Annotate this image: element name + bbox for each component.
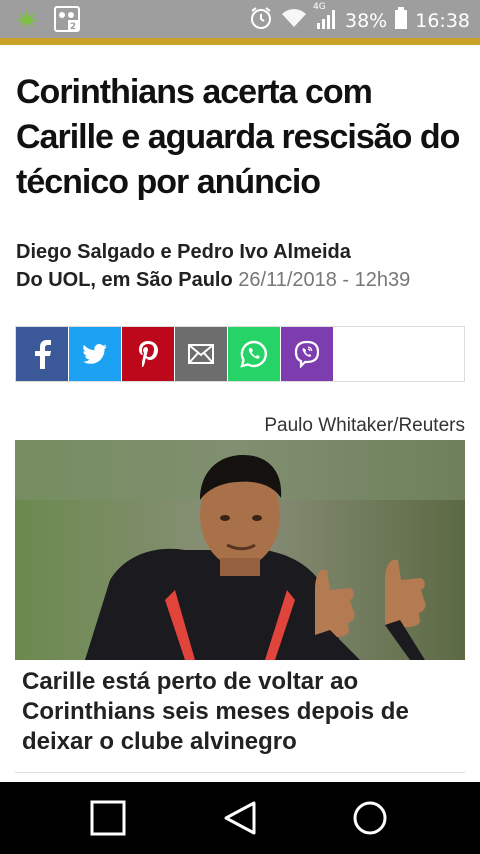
photo-credit: Paulo Whitaker/Reuters [264,415,465,436]
back-icon [224,801,256,835]
alarm-icon [249,6,273,35]
status-bar: 2 4G 38% 16:38 [0,0,480,38]
byline: Diego Salgado e Pedro Ivo Almeida Do UOL… [16,238,466,294]
recents-icon [90,800,126,836]
home-button[interactable] [352,800,392,840]
photo-caption: Carille está perto de voltar ao Corinthi… [22,668,409,755]
clock: 16:38 [415,9,470,32]
coach-photo-image [15,440,465,660]
navigation-bar [0,782,480,854]
wifi-icon [281,7,307,34]
share-twitter-button[interactable] [69,327,121,381]
recents-button[interactable] [90,800,130,840]
svg-text:2: 2 [70,22,76,32]
share-pinterest-button[interactable] [122,327,174,381]
network-label: 4G [313,2,326,12]
viber-icon [294,340,320,368]
share-facebook-button[interactable] [16,327,68,381]
back-button[interactable] [222,800,262,840]
share-bar [15,326,465,382]
email-icon [188,344,214,364]
accent-line [0,38,480,45]
divider [15,772,465,773]
home-icon [353,801,387,835]
article-photo[interactable] [15,440,465,660]
share-whatsapp-button[interactable] [228,327,280,381]
battery-percent: 38% [345,9,388,32]
publisher-location: Do UOL, em São Paulo [16,269,233,291]
notification-icon: 2 [54,6,80,37]
share-email-button[interactable] [175,327,227,381]
publish-date: 26/11/2018 - 12h39 [238,269,411,291]
article-headline: Corinthians acerta com Carille e aguarda… [16,73,460,201]
pinterest-icon [139,341,158,367]
authors: Diego Salgado e Pedro Ivo Almeida [16,241,351,263]
twitter-icon [83,344,107,364]
facebook-icon [35,340,51,369]
signal-icon: 4G [313,2,337,35]
share-viber-button[interactable] [281,327,333,381]
whatsapp-icon [240,340,267,368]
battery-icon [395,7,408,34]
cannabis-leaf-icon [14,7,40,36]
